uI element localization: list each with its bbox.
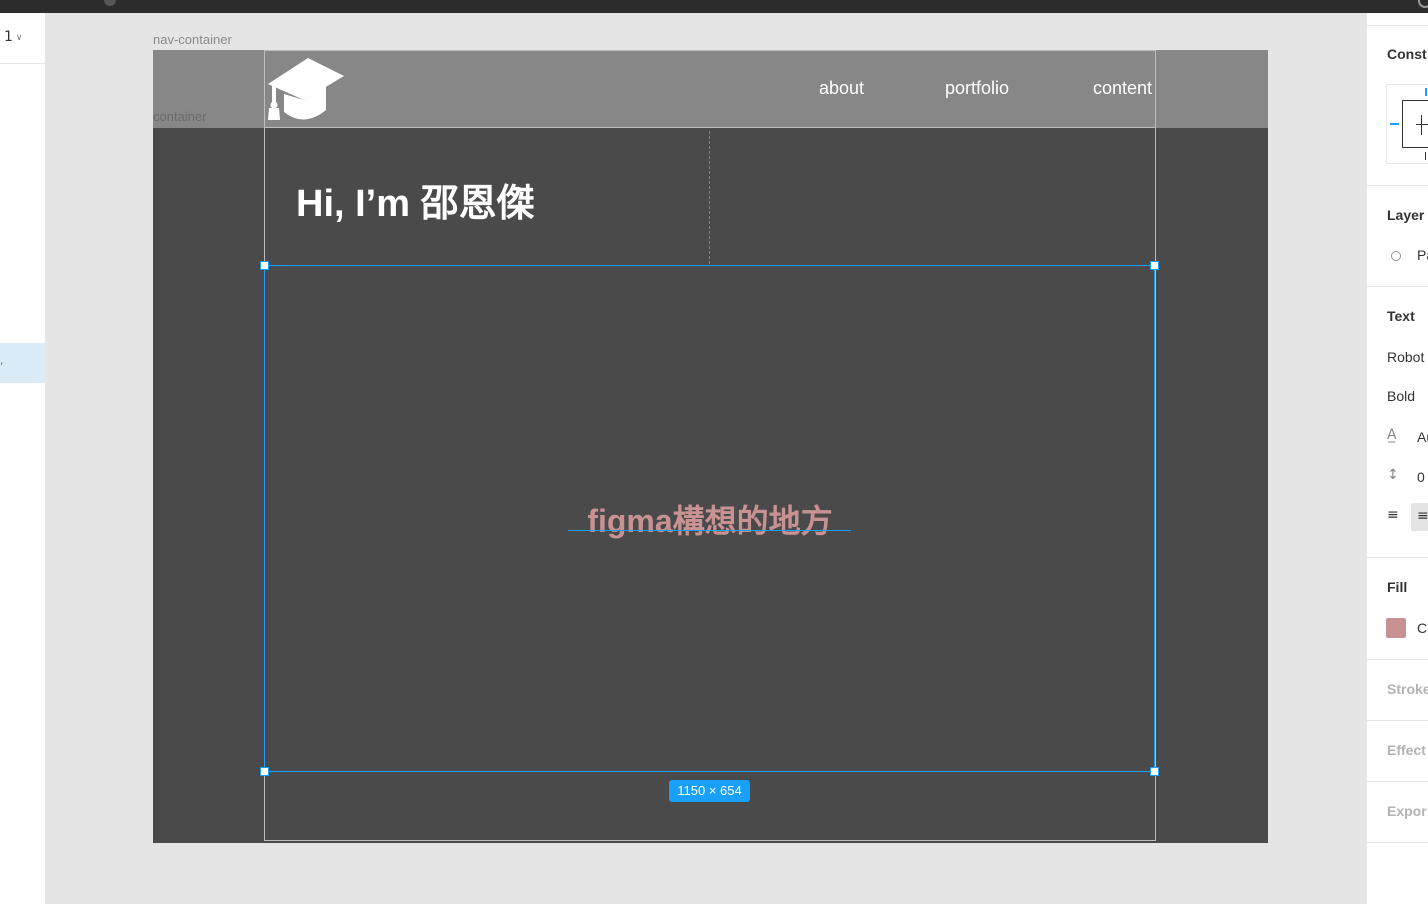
export-title[interactable]: Expor (1387, 803, 1427, 819)
toolbar-menu-icon[interactable] (104, 0, 116, 6)
resize-handle-bottom-left[interactable] (260, 767, 269, 776)
line-height-icon: ↕ (1387, 467, 1399, 483)
panel-divider (1367, 25, 1428, 26)
nav-divider (264, 127, 1156, 128)
nav-link-about[interactable]: about (819, 78, 864, 99)
text-baseline-indicator (568, 530, 851, 531)
layer-visibility-icon[interactable] (1391, 251, 1401, 261)
constraints-title: Const (1387, 46, 1427, 62)
panel-divider (1367, 185, 1428, 186)
layer-title: Layer (1387, 207, 1425, 223)
frame-label-container[interactable]: container (153, 109, 206, 124)
chevron-down-icon: ∨ (15, 33, 23, 43)
font-weight-select[interactable]: Bold (1387, 388, 1415, 404)
toolbar-share-icon[interactable] (1418, 0, 1428, 8)
resize-handle-top-right[interactable] (1150, 261, 1159, 270)
resize-handle-top-left[interactable] (260, 261, 269, 270)
layer-indent-mark: , (0, 356, 4, 367)
letter-spacing-icon: A̲ (1387, 427, 1397, 443)
resize-handle-bottom-right[interactable] (1150, 767, 1159, 776)
fill-title: Fill (1387, 579, 1408, 595)
align-center-icon: ≡ (1417, 508, 1428, 524)
panel-divider (0, 63, 46, 64)
constraint-center-v[interactable] (1421, 115, 1422, 135)
panel-divider (1367, 781, 1428, 782)
graduation-cap-icon[interactable] (266, 56, 346, 126)
panel-divider (1367, 842, 1428, 843)
fill-hex-value[interactable]: C (1417, 620, 1427, 636)
page-selector-label: 1 (4, 29, 13, 45)
panel-divider (1367, 659, 1428, 660)
nav-link-content[interactable]: content (1093, 78, 1152, 99)
layers-panel: 1 ∨ , (0, 13, 46, 904)
dimensions-badge: 1150 × 654 (669, 780, 750, 802)
text-title: Text (1387, 308, 1415, 324)
font-family-select[interactable]: Robot (1387, 349, 1424, 365)
selected-text-layer[interactable]: figma構想的地方 (568, 496, 852, 542)
constraint-top-active[interactable] (1425, 88, 1427, 96)
layer-item-selected[interactable]: , (0, 343, 46, 383)
align-center-button[interactable]: ≡ (1411, 503, 1428, 531)
constraint-center-h[interactable] (1416, 124, 1428, 125)
fill-color-swatch[interactable] (1386, 618, 1406, 638)
nav-link-portfolio[interactable]: portfolio (945, 78, 1009, 99)
stroke-title[interactable]: Stroke (1387, 681, 1428, 697)
panel-divider (1367, 720, 1428, 721)
letter-spacing-field[interactable]: Au (1417, 429, 1428, 445)
effects-title[interactable]: Effect (1387, 742, 1426, 758)
hero-heading[interactable]: Hi, I’m 邵恩傑 (296, 172, 535, 227)
line-height-field[interactable]: 0 (1417, 469, 1425, 485)
constraint-left-active[interactable] (1390, 123, 1399, 125)
panel-divider (1367, 557, 1428, 558)
constraint-bottom[interactable] (1425, 152, 1426, 160)
panel-divider (1367, 286, 1428, 287)
layer-blend-mode[interactable]: Pa (1417, 247, 1428, 263)
center-guide-line (709, 131, 710, 264)
frame-label-nav-container[interactable]: nav-container (153, 32, 232, 47)
align-left-icon[interactable]: ≡ (1387, 507, 1399, 523)
page-selector[interactable]: 1 ∨ (4, 29, 23, 45)
top-toolbar (0, 0, 1428, 13)
